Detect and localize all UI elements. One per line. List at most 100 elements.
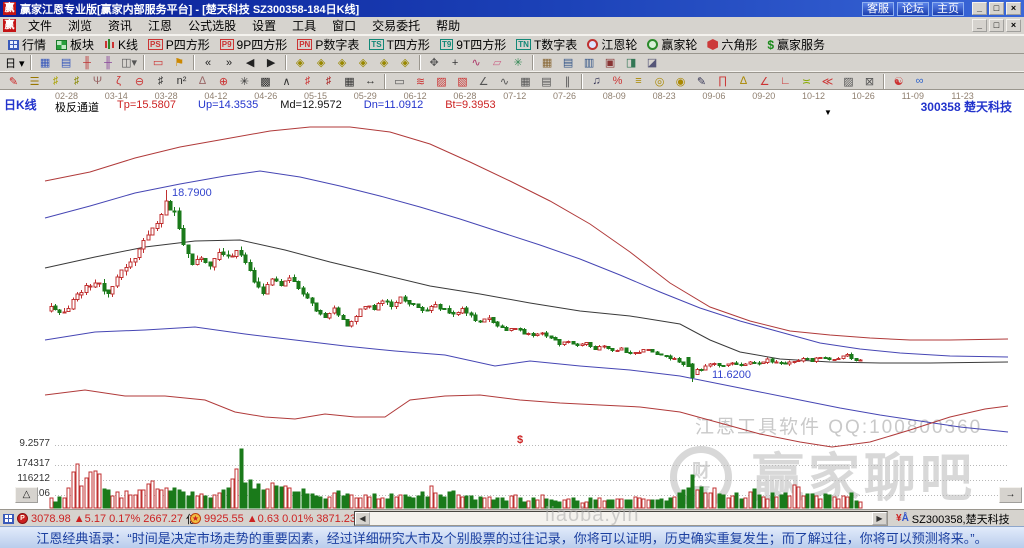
pen2-icon[interactable]: ✎ <box>692 73 711 89</box>
gann-diamond-plus-icon[interactable]: ◈ <box>354 55 373 71</box>
kline-red-icon[interactable]: ╫ <box>78 55 97 71</box>
circle-minus-icon[interactable]: ⊖ <box>130 73 149 89</box>
toolbar-item-kline[interactable]: K线 <box>99 36 143 53</box>
child-window-restore-button[interactable]: □ <box>989 19 1004 32</box>
kline-plot[interactable] <box>0 90 1024 509</box>
triangle-icon[interactable]: ∆ <box>193 73 212 89</box>
flower-icon[interactable]: ✳ <box>509 55 528 71</box>
post-icon[interactable]: Ψ <box>88 73 107 89</box>
menu-item-6[interactable]: 工具 <box>284 16 324 35</box>
kline-alt-icon[interactable]: ╫ <box>99 55 118 71</box>
net-icon[interactable]: ▩ <box>256 73 275 89</box>
gann-diamond-right-icon[interactable]: ◈ <box>312 55 331 71</box>
toolbar-item-t-square[interactable]: TS T四方形 <box>364 36 435 53</box>
child-window-minimize-button[interactable]: _ <box>972 19 987 32</box>
toolbar-item-winner-wheel[interactable]: 赢家轮 <box>642 36 702 53</box>
scroll-right-button[interactable]: → <box>999 487 1022 503</box>
matrix-icon[interactable]: ▦ <box>516 73 535 89</box>
n-square-icon[interactable]: n² <box>172 73 191 89</box>
yinyang-icon[interactable]: ☯ <box>889 73 908 89</box>
gann-diamond-expand-icon[interactable]: ◈ <box>396 55 415 71</box>
pi-icon[interactable]: ∏ <box>713 73 732 89</box>
quote-board-icon[interactable]: ▤ <box>57 55 76 71</box>
toolbar-item-t-number-table[interactable]: TN T数字表 <box>511 36 582 53</box>
shade3-icon[interactable]: ▨ <box>839 73 858 89</box>
toolbar-item-p-number-table[interactable]: PN P数字表 <box>292 36 364 53</box>
period-day-dropdown[interactable]: 日 ▾ <box>4 55 26 71</box>
scroll-left-arrow-icon[interactable]: ◀ <box>355 512 370 525</box>
rect-icon[interactable]: ▭ <box>390 73 409 89</box>
sine-icon[interactable]: ∿ <box>495 73 514 89</box>
nav-next-icon[interactable]: ▶ <box>262 55 281 71</box>
window-minimize-button[interactable]: _ <box>972 2 987 15</box>
shade2-icon[interactable]: ▧ <box>453 73 472 89</box>
flag-icon[interactable]: ⚑ <box>170 55 189 71</box>
gold-circle2-icon[interactable]: ◉ <box>671 73 690 89</box>
fan-lines-icon[interactable]: ≪ <box>818 73 837 89</box>
parallel-icon[interactable]: ∥ <box>558 73 577 89</box>
asterisk-icon[interactable]: ✳ <box>235 73 254 89</box>
toolbar-item-winner-service[interactable]: $ 赢家服务 <box>762 36 830 53</box>
levels-icon[interactable]: ≡ <box>629 73 648 89</box>
chart-area[interactable]: 江恩工具软件 QQ:100800360 财赢 赢家聊吧 日K线 02-2803-… <box>0 90 1024 509</box>
menu-item-7[interactable]: 窗口 <box>324 16 364 35</box>
calendar-icon[interactable]: ▦ <box>538 55 557 71</box>
nav-prev-icon[interactable]: ◀ <box>241 55 260 71</box>
save-icon[interactable]: ▣ <box>601 55 620 71</box>
fan-icon[interactable]: ≋ <box>411 73 430 89</box>
infinity-icon[interactable]: ∞ <box>910 73 929 89</box>
toolbar-item-p9-square[interactable]: P9 9P四方形 <box>215 36 292 53</box>
right-angle-icon[interactable]: ∟ <box>776 73 795 89</box>
curve-icon[interactable]: ζ <box>109 73 128 89</box>
shade1-icon[interactable]: ▨ <box>432 73 451 89</box>
toolbar-item-sectors[interactable]: 板块 <box>51 36 99 53</box>
delta-icon[interactable]: ∆ <box>734 73 753 89</box>
gann-grid-icon[interactable]: ♯ <box>298 73 317 89</box>
menu-item-8[interactable]: 交易委托 <box>364 16 428 35</box>
menu-item-2[interactable]: 资讯 <box>100 16 140 35</box>
gold-grid-icon[interactable]: ♯ <box>46 73 65 89</box>
gann-diamond-left-icon[interactable]: ◈ <box>291 55 310 71</box>
monitor-icon[interactable]: ◪ <box>643 55 662 71</box>
candle-style-dropdown[interactable]: ◫▾ <box>120 55 139 71</box>
titlebar-link-1[interactable]: 论坛 <box>897 1 929 16</box>
gold-circle-icon[interactable]: ◎ <box>650 73 669 89</box>
matrix2-icon[interactable]: ▤ <box>537 73 556 89</box>
percent-icon[interactable]: % <box>608 73 627 89</box>
hand-icon[interactable]: ✥ <box>425 55 444 71</box>
titlebar-link-2[interactable]: 主页 <box>932 1 964 16</box>
gann-diamond-center-icon[interactable]: ◈ <box>375 55 394 71</box>
toolbar-item-hexagon[interactable]: 六角形 <box>702 36 762 53</box>
gold-grid2-icon[interactable]: ♯ <box>67 73 86 89</box>
scroll-right-arrow-icon[interactable]: ▶ <box>872 512 887 525</box>
menu-item-1[interactable]: 浏览 <box>60 16 100 35</box>
toolbar-item-t9-square[interactable]: T9 9T四方形 <box>435 36 511 53</box>
expand-pane-button[interactable]: △ <box>15 487 38 503</box>
notepad-icon[interactable]: ▥ <box>580 55 599 71</box>
menu-item-3[interactable]: 江恩 <box>140 16 180 35</box>
angle2-icon[interactable]: ∠ <box>755 73 774 89</box>
h-arrow-icon[interactable]: ↔ <box>361 73 380 89</box>
dark-grid-icon[interactable]: ♯ <box>151 73 170 89</box>
cross-box-icon[interactable]: ⊠ <box>860 73 879 89</box>
quote-table-icon[interactable] <box>3 513 14 524</box>
window-close-button[interactable]: × <box>1006 2 1021 15</box>
angle-icon[interactable]: ∠ <box>474 73 493 89</box>
menu-item-0[interactable]: 文件 <box>20 16 60 35</box>
circle-plus-icon[interactable]: ⊕ <box>214 73 233 89</box>
hatch-icon[interactable]: ☰ <box>25 73 44 89</box>
window-restore-button[interactable]: □ <box>989 2 1004 15</box>
box-grid-icon[interactable]: ▦ <box>340 73 359 89</box>
erase-icon[interactable]: ▱ <box>488 55 507 71</box>
pen-icon[interactable]: ✎ <box>4 73 23 89</box>
layout-icon[interactable]: ▦ <box>36 55 55 71</box>
gann-grid2-icon[interactable]: ♯ <box>319 73 338 89</box>
gann-diamond-h-icon[interactable]: ◈ <box>333 55 352 71</box>
peak-icon[interactable]: ∧ <box>277 73 296 89</box>
menu-item-4[interactable]: 公式选股 <box>180 16 244 35</box>
shenzhen-index-icon[interactable]: ★ <box>190 513 201 524</box>
child-window-close-button[interactable]: × <box>1006 19 1021 32</box>
menu-item-5[interactable]: 设置 <box>244 16 284 35</box>
speed-icon[interactable]: ≍ <box>797 73 816 89</box>
calculator-icon[interactable]: ▤ <box>559 55 578 71</box>
